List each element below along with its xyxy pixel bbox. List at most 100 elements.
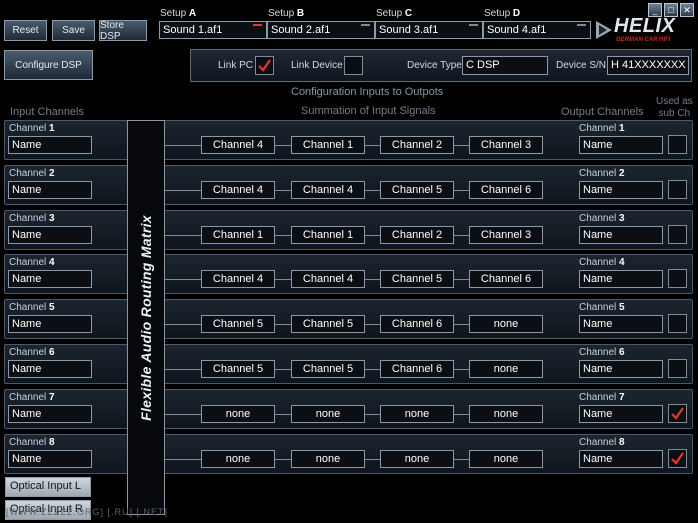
summation-select-4[interactable]: Channel 6 [469,270,543,288]
checkmark-icon [671,407,684,420]
summation-select-1[interactable]: none [201,450,275,468]
summation-select-3[interactable]: Channel 2 [380,226,454,244]
input-channel-title: Channel 8 [9,437,55,448]
device-type-field[interactable]: C DSP [462,56,548,75]
setup-c-field[interactable]: Sound 3.af1 [375,21,483,39]
summation-select-4[interactable]: none [469,450,543,468]
link-device-checkbox[interactable] [344,56,363,75]
checkmark-icon [258,59,271,72]
channel-row: Channel 7 Name none none none none Channel 7 Na… [4,389,693,429]
summation-select-2[interactable]: Channel 4 [291,181,365,199]
routing-line [275,235,291,236]
summation-select-1[interactable]: Channel 1 [201,226,275,244]
channel-row: Channel 2 Name Channel 4 Channel 4 Channel 5… [4,165,693,205]
summation-select-2[interactable]: Channel 5 [291,315,365,333]
output-channel-name-field[interactable]: Name [579,315,663,333]
summation-select-1[interactable]: Channel 4 [201,270,275,288]
routing-line [454,459,469,460]
input-channel-name-field[interactable]: Name [8,315,92,333]
output-channel-name-field[interactable]: Name [579,450,663,468]
input-channel-name-field[interactable]: Name [8,360,92,378]
summation-select-1[interactable]: Channel 5 [201,315,275,333]
summation-select-2[interactable]: Channel 1 [291,226,365,244]
summation-select-1[interactable]: Channel 5 [201,360,275,378]
summation-select-3[interactable]: none [380,405,454,423]
input-channel-name-field[interactable]: Name [8,226,92,244]
output-channel-name-field[interactable]: Name [579,360,663,378]
summation-select-3[interactable]: Channel 5 [380,181,454,199]
summation-select-4[interactable]: none [469,405,543,423]
input-channel-name-field[interactable]: Name [8,270,92,288]
summation-select-3[interactable]: Channel 2 [380,136,454,154]
summation-select-3[interactable]: Channel 6 [380,360,454,378]
sub-channel-checkbox[interactable] [668,135,687,154]
routing-matrix-bar: Flexible Audio Routing Matrix [127,120,165,515]
sub-channel-checkbox[interactable] [668,314,687,333]
summation-select-4[interactable]: none [469,360,543,378]
sub-channel-checkbox[interactable] [668,449,687,468]
routing-line [454,414,469,415]
setup-a-field[interactable]: Sound 1.af1 [159,21,267,39]
summation-select-1[interactable]: Channel 4 [201,136,275,154]
summation-select-3[interactable]: Channel 6 [380,315,454,333]
input-channel-name-field[interactable]: Name [8,450,92,468]
input-channel-name-field[interactable]: Name [8,136,92,154]
routing-line [454,324,469,325]
input-channel-title: Channel 7 [9,392,55,403]
routing-line [165,459,201,460]
input-channel-title: Channel 5 [9,302,55,313]
link-panel: Link PC Link Device Device Type C DSP De… [190,49,692,82]
setup-b-field[interactable]: Sound 2.af1 [267,21,375,39]
output-channel-name-field[interactable]: Name [579,405,663,423]
device-sn-label: Device S/N [556,60,607,71]
output-channel-name-field[interactable]: Name [579,181,663,199]
sub-channel-checkbox[interactable] [668,359,687,378]
summation-select-3[interactable]: Channel 5 [380,270,454,288]
output-channel-name-field[interactable]: Name [579,226,663,244]
summation-select-4[interactable]: none [469,315,543,333]
optical-input-l[interactable]: Optical Input L [5,477,91,497]
sub-channel-checkbox[interactable] [668,180,687,199]
output-channels-heading: Output Channels [561,106,644,118]
setup-c-label: Setup C [376,8,413,19]
link-pc-label: Link PC [218,60,254,71]
link-pc-checkbox[interactable] [255,56,274,75]
reset-button[interactable]: Reset [4,20,47,41]
config-title: Configuration Inputs to Outpots [291,86,444,98]
input-channel-name-field[interactable]: Name [8,181,92,199]
summation-select-2[interactable]: Channel 5 [291,360,365,378]
summation-select-4[interactable]: Channel 6 [469,181,543,199]
summation-select-4[interactable]: Channel 3 [469,136,543,154]
store-dsp-button[interactable]: Store DSP [99,20,147,42]
output-channel-name-field[interactable]: Name [579,136,663,154]
output-channel-name-field[interactable]: Name [579,270,663,288]
routing-line [275,145,291,146]
summation-select-4[interactable]: Channel 3 [469,226,543,244]
summation-select-2[interactable]: none [291,405,365,423]
watermark: [WWW.ZZZZZ.ORG] [.RU] [.NET] [6,507,168,517]
output-channel-title: Channel 1 [579,123,625,134]
summation-select-1[interactable]: Channel 4 [201,181,275,199]
input-channel-title: Channel 2 [9,168,55,179]
summation-select-2[interactable]: none [291,450,365,468]
sub-channel-checkbox[interactable] [668,404,687,423]
routing-line [454,190,469,191]
sub-channel-checkbox[interactable] [668,225,687,244]
helix-logo: HELIX GERMAN CAR HIFI [596,15,694,47]
summation-select-2[interactable]: Channel 1 [291,136,365,154]
input-channel-name-field[interactable]: Name [8,405,92,423]
summation-select-2[interactable]: Channel 4 [291,270,365,288]
setup-d-field[interactable]: Sound 4.af1 [483,21,591,39]
summation-select-3[interactable]: none [380,450,454,468]
summation-select-1[interactable]: none [201,405,275,423]
routing-line [275,279,291,280]
configure-dsp-button[interactable]: Configure DSP [4,50,93,80]
sub-channel-checkbox[interactable] [668,269,687,288]
routing-line [165,324,201,325]
output-channel-title: Channel 8 [579,437,625,448]
routing-line [454,235,469,236]
routing-line [165,369,201,370]
device-sn-field[interactable]: H 41XXXXXXX [607,56,689,75]
save-button[interactable]: Save [52,20,95,41]
inactive-indicator [577,24,586,26]
